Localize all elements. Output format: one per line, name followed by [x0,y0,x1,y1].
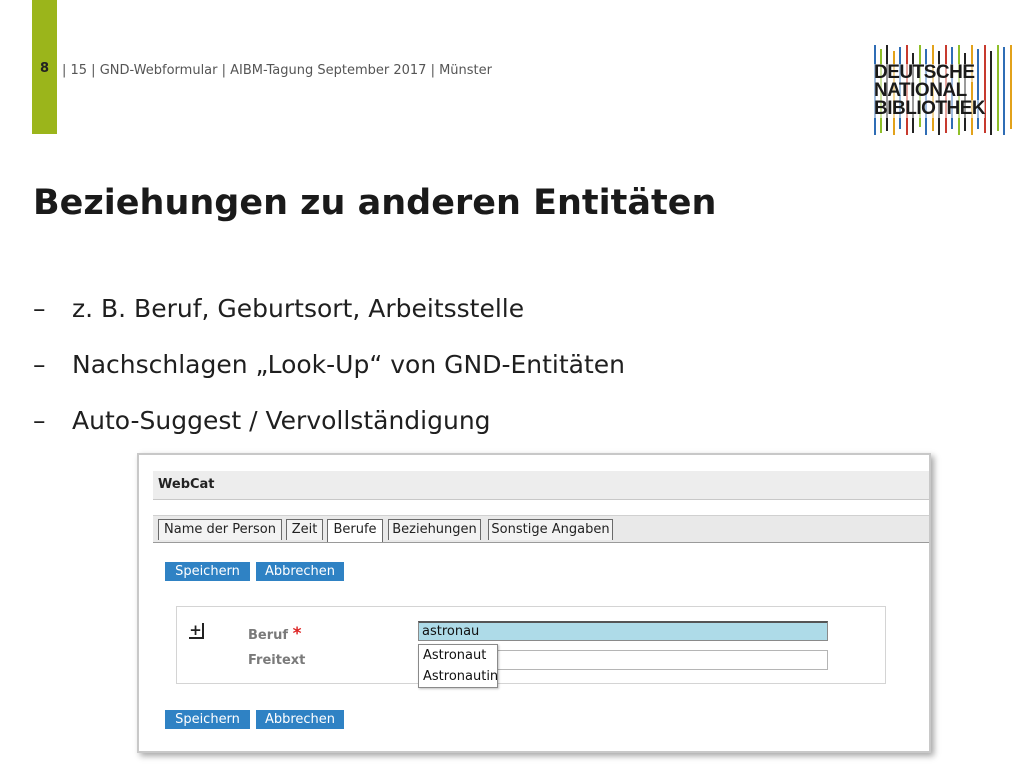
save-button-bottom[interactable]: Speichern [165,710,250,729]
tab-beziehungen[interactable]: Beziehungen [388,519,481,540]
dnb-logo: DEUTSCHE NATIONAL BIBLIOTHEK [872,45,1018,135]
beruf-label: Beruf * [248,624,301,644]
bullet-item: – Nachschlagen „Look-Up“ von GND-Entitäte… [33,348,625,404]
logo-wordmark: DEUTSCHE NATIONAL BIBLIOTHEK [874,63,986,119]
autosuggest-dropdown: Astronaut Astronautin [418,644,498,688]
tab-name-der-person[interactable]: Name der Person [158,519,282,540]
bullet-dash: – [33,294,46,323]
freitext-label: Freitext [248,653,306,668]
page-number: 8 [39,61,50,76]
window-top-strip [153,455,929,472]
cancel-button-bottom[interactable]: Abbrechen [256,710,344,729]
tab-berufe[interactable]: Berufe [327,519,383,542]
beruf-input[interactable]: astronau [418,621,828,641]
slide-title: Beziehungen zu anderen Entitäten [33,183,717,223]
save-button[interactable]: Speichern [165,562,250,581]
cancel-button[interactable]: Abbrechen [256,562,344,581]
app-title: WebCat [158,477,215,492]
beruf-label-text: Beruf [248,628,289,643]
add-icon[interactable]: + [189,623,204,639]
bullet-text: Nachschlagen „Look-Up“ von GND-Entitäten [72,350,626,379]
suggestion-item[interactable]: Astronautin [419,666,498,687]
tab-sonstige-angaben[interactable]: Sonstige Angaben [488,519,613,540]
logo-line-3: BIBLIOTHEK [874,98,986,119]
bullet-dash: – [33,406,46,435]
bullet-text: Auto-Suggest / Vervollständigung [72,406,491,435]
webcat-screenshot: WebCat Name der Person Zeit Berufe Bezie… [137,453,931,753]
app-title-bar: WebCat [153,471,929,500]
form-panel [176,606,886,684]
bullet-item: – z. B. Beruf, Geburtsort, Arbeitsstelle [33,292,625,348]
tab-zeit[interactable]: Zeit [286,519,323,540]
bullet-list: – z. B. Beruf, Geburtsort, Arbeitsstelle … [33,292,625,460]
bullet-item: – Auto-Suggest / Vervollständigung [33,404,625,460]
bullet-dash: – [33,350,46,379]
required-marker: * [292,624,302,644]
bullet-text: z. B. Beruf, Geburtsort, Arbeitsstelle [72,294,525,323]
suggestion-item[interactable]: Astronaut [419,645,497,666]
slide-header-info: | 15 | GND-Webformular | AIBM-Tagung Sep… [62,63,492,78]
